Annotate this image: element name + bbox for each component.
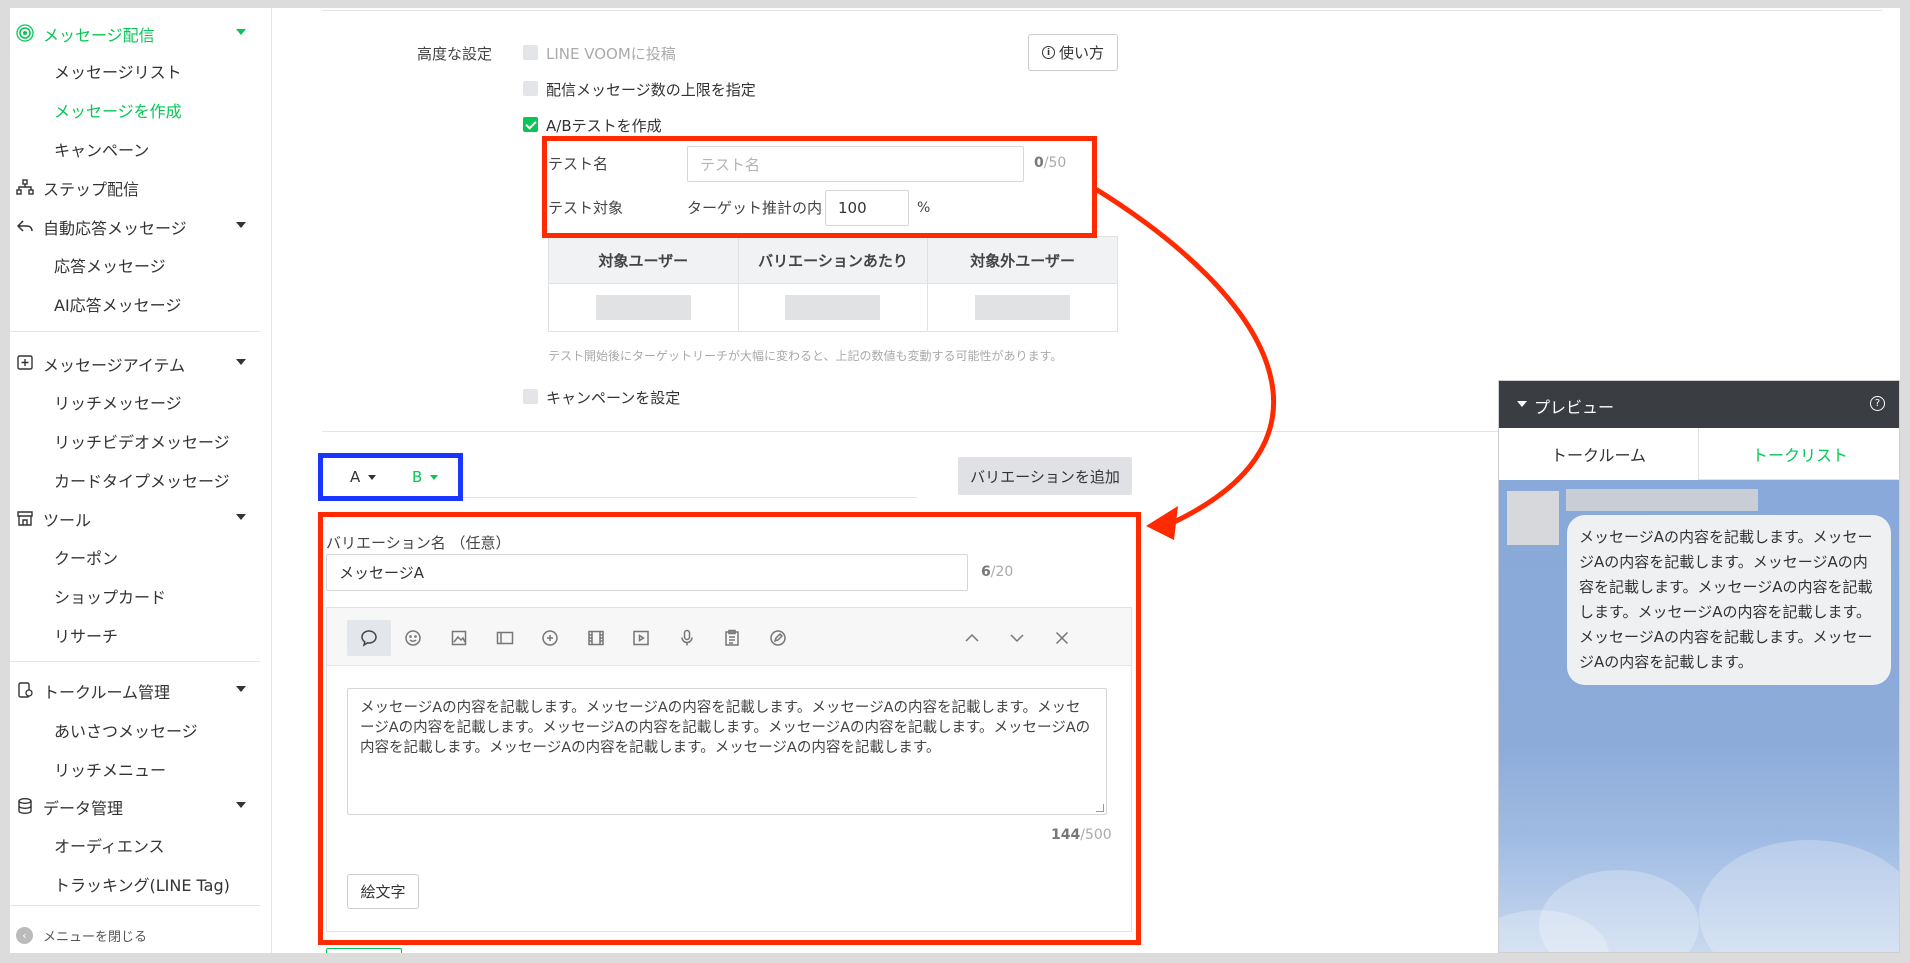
table-cell — [548, 283, 739, 332]
chevron-down-icon — [236, 802, 246, 808]
info-icon: i — [1041, 46, 1055, 59]
top-divider — [322, 10, 1882, 11]
sidebar-group-step[interactable]: ステップ配信 — [10, 171, 272, 201]
sidebar-group-label: メッセージアイテム — [43, 356, 186, 375]
sidebar-group-talkroom[interactable]: トークルーム管理 — [10, 674, 272, 704]
tab-talkroom[interactable]: トークルーム — [1499, 428, 1699, 480]
caret-down-icon — [1517, 401, 1527, 407]
annotation-box-blue-tabs — [318, 453, 463, 501]
cloud-decoration — [1699, 840, 1899, 952]
chevron-down-icon — [236, 686, 246, 692]
sidebar-item-research[interactable]: リサーチ — [54, 623, 118, 647]
partial-button[interactable] — [326, 948, 402, 953]
sidebar-group-label: ツール — [43, 511, 92, 530]
sidebar-item-rich-menu[interactable]: リッチメニュー — [54, 757, 166, 781]
help-icon[interactable]: ? — [1870, 396, 1885, 411]
message-bubble: メッセージAの内容を記載します。メッセージAの内容を記載します。メッセージAの内… — [1567, 515, 1891, 685]
table-header-excluded: 対象外ユーザー — [927, 236, 1118, 284]
chevron-down-icon — [236, 222, 246, 228]
voom-label: LINE VOOMに投稿 — [546, 45, 676, 63]
annotation-box-red-test — [542, 136, 1097, 238]
sidebar-divider — [10, 661, 260, 662]
help-label: 使い方 — [1058, 44, 1104, 62]
annotation-box-red-editor — [318, 512, 1141, 945]
sidebar-group-label: 自動応答メッセージ — [43, 219, 187, 238]
talkroom-settings-icon — [18, 682, 33, 698]
sidebar-divider — [10, 905, 260, 906]
sender-name-placeholder — [1566, 489, 1758, 511]
sidebar-group-message-items[interactable]: メッセージアイテム — [10, 347, 272, 377]
shop-icon — [17, 511, 33, 526]
limit-checkbox[interactable] — [523, 81, 538, 96]
database-icon — [18, 798, 32, 815]
ab-test-label: A/Bテストを作成 — [546, 117, 662, 135]
table-header-per-variation: バリエーションあたり — [737, 236, 929, 284]
hierarchy-icon — [16, 179, 34, 195]
sidebar-group-broadcast[interactable]: メッセージ配信 — [10, 17, 272, 47]
close-menu-label: メニューを閉じる — [43, 930, 148, 945]
table-cell — [737, 283, 929, 332]
close-menu-button[interactable]: ‹ メニューを閉じる — [16, 926, 147, 945]
preview-header[interactable]: プレビュー ? — [1499, 381, 1899, 428]
campaign-label: キャンペーンを設定 — [546, 389, 681, 407]
sidebar-group-label: トークルーム管理 — [43, 683, 171, 702]
table-row — [548, 283, 1118, 332]
broadcast-icon — [16, 24, 34, 42]
sidebar-item-tracking[interactable]: トラッキング(LINE Tag) — [54, 872, 230, 896]
sidebar-group-data[interactable]: データ管理 — [10, 790, 272, 820]
chevron-down-icon — [236, 359, 246, 365]
sidebar-item-greeting[interactable]: あいさつメッセージ — [54, 718, 198, 742]
avatar — [1507, 491, 1559, 545]
sidebar-item-message-list[interactable]: メッセージリスト — [54, 59, 182, 83]
sidebar-item-campaign[interactable]: キャンペーン — [54, 137, 149, 161]
advanced-settings-label: 高度な設定 — [417, 45, 493, 63]
chevron-down-icon — [236, 514, 246, 520]
sidebar-item-reply-message[interactable]: 応答メッセージ — [54, 253, 166, 277]
sidebar-item-coupon[interactable]: クーポン — [54, 545, 118, 569]
sidebar-item-card-type[interactable]: カードタイプメッセージ — [54, 468, 230, 492]
chevron-left-icon: ‹ — [16, 927, 33, 944]
sidebar-item-rich-message[interactable]: リッチメッセージ — [54, 390, 182, 414]
sidebar-group-label: ステップ配信 — [43, 180, 140, 199]
add-variation-button[interactable]: バリエーションを追加 — [958, 457, 1132, 495]
table-cell — [927, 283, 1118, 332]
sidebar-item-ai-reply[interactable]: AI応答メッセージ — [54, 292, 181, 316]
value-placeholder — [975, 295, 1071, 320]
app-frame: メッセージ配信 メッセージリスト メッセージを作成 キャンペーン ステップ配信 … — [10, 8, 1900, 953]
preview-tabs: トークルーム トークリスト — [1499, 428, 1899, 480]
sidebar-item-rich-video[interactable]: リッチビデオメッセージ — [54, 429, 230, 453]
sidebar-group-label: メッセージ配信 — [43, 26, 155, 45]
sidebar-item-audience[interactable]: オーディエンス — [54, 833, 165, 857]
reach-note: テスト開始後にターゲットリーチが大幅に変わると、上記の数値も変動する可能性があり… — [548, 349, 1063, 363]
reply-icon — [16, 220, 33, 232]
tab-talklist[interactable]: トークリスト — [1699, 428, 1899, 480]
value-placeholder — [785, 295, 881, 320]
voom-checkbox[interactable] — [523, 45, 538, 60]
sidebar-item-shopcard[interactable]: ショップカード — [54, 584, 166, 608]
sidebar-group-autoreply[interactable]: 自動応答メッセージ — [10, 210, 272, 240]
chevron-down-icon — [236, 29, 246, 35]
estimate-table: 対象ユーザー バリエーションあたり 対象外ユーザー — [548, 236, 1118, 332]
limit-label: 配信メッセージ数の上限を指定 — [546, 81, 756, 99]
campaign-checkbox[interactable] — [523, 389, 538, 404]
ab-test-checkbox[interactable] — [523, 117, 538, 132]
sidebar: メッセージ配信 メッセージリスト メッセージを作成 キャンペーン ステップ配信 … — [10, 8, 272, 953]
sidebar-item-create-message[interactable]: メッセージを作成 — [54, 98, 182, 122]
help-button[interactable]: i 使い方 — [1028, 34, 1118, 71]
add-message-icon — [17, 355, 33, 370]
chat-preview: メッセージAの内容を記載します。メッセージAの内容を記載します。メッセージAの内… — [1499, 480, 1899, 952]
value-placeholder — [595, 295, 691, 320]
preview-title: プレビュー — [1534, 398, 1615, 417]
sidebar-group-tools[interactable]: ツール — [10, 502, 272, 532]
sidebar-divider — [10, 331, 260, 332]
sidebar-group-label: データ管理 — [43, 799, 124, 818]
preview-panel: プレビュー ? トークルーム トークリスト メッセージAの内容を記載します。メッ… — [1498, 380, 1900, 953]
table-header-target: 対象ユーザー — [548, 236, 739, 284]
